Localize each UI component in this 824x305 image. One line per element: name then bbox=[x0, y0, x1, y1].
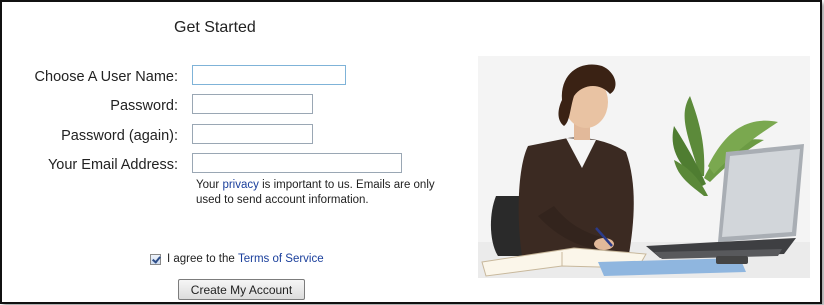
woman-at-laptop-photo bbox=[478, 56, 810, 278]
privacy-note-prefix: Your bbox=[196, 179, 223, 191]
terms-of-service-link[interactable]: Terms of Service bbox=[238, 253, 324, 265]
agree-text: I agree to the bbox=[167, 253, 235, 265]
password-label: Password: bbox=[110, 98, 178, 114]
form-title: Get Started bbox=[174, 19, 256, 36]
email-input[interactable] bbox=[192, 153, 402, 173]
create-account-button[interactable]: Create My Account bbox=[178, 279, 305, 300]
privacy-link[interactable]: privacy bbox=[222, 179, 258, 191]
password-input[interactable] bbox=[192, 94, 313, 114]
photo-illustration bbox=[478, 56, 810, 278]
agree-checkbox[interactable] bbox=[150, 253, 161, 265]
password-again-input[interactable] bbox=[192, 124, 313, 144]
username-input[interactable] bbox=[192, 65, 346, 85]
password-again-label: Password (again): bbox=[61, 128, 178, 144]
privacy-note: Your privacy is important to us. Emails … bbox=[196, 178, 436, 208]
email-label: Your Email Address: bbox=[47, 157, 178, 173]
terms-agreement: I agree to the Terms of Service bbox=[150, 253, 324, 265]
username-label: Choose A User Name: bbox=[34, 69, 178, 85]
signup-panel: Get Started Choose A User Name: Password… bbox=[0, 0, 822, 304]
